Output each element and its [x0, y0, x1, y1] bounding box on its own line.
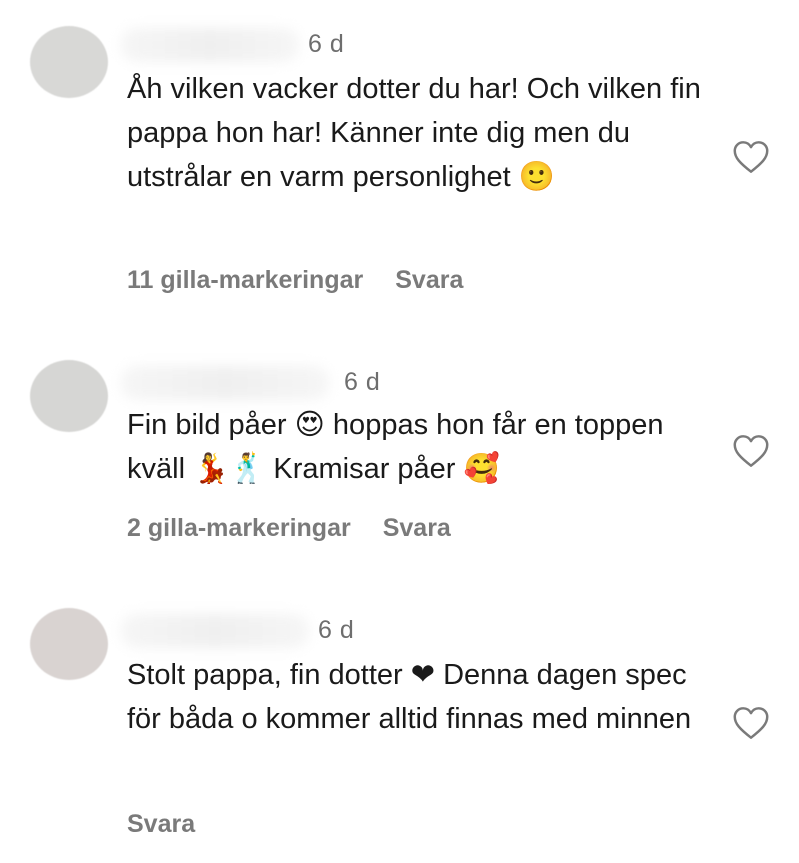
- comment-time: 6 d: [318, 616, 355, 644]
- avatar[interactable]: [30, 26, 108, 98]
- avatar[interactable]: [30, 360, 108, 432]
- reply-button[interactable]: Svara: [395, 266, 463, 295]
- username-redacted: [120, 366, 330, 400]
- username-redacted: [120, 614, 310, 648]
- likes-count[interactable]: 11 gilla-markeringar: [127, 266, 363, 295]
- comment-text: Stolt pappa, fin dotter ❤ Denna dagen sp…: [127, 659, 692, 735]
- comment-actions: Svara: [127, 810, 195, 839]
- heart-outline-icon[interactable]: [732, 140, 770, 174]
- avatar[interactable]: [30, 608, 108, 680]
- comment-actions: 2 gilla-markeringar Svara: [127, 514, 451, 543]
- comment-actions: 11 gilla-markeringar Svara: [127, 266, 463, 295]
- comment-text: Åh vilken vacker dotter du har! Och vilk…: [127, 73, 701, 193]
- reply-button[interactable]: Svara: [383, 514, 451, 543]
- heart-outline-icon[interactable]: [732, 706, 770, 740]
- username-redacted: [120, 28, 300, 62]
- comment-time: 6 d: [344, 368, 381, 396]
- comment-text: Fin bild påer 😍 hoppas hon får en toppen…: [127, 409, 664, 485]
- reply-button[interactable]: Svara: [127, 810, 195, 839]
- heart-outline-icon[interactable]: [732, 434, 770, 468]
- comment-time: 6 d: [308, 30, 345, 58]
- likes-count[interactable]: 2 gilla-markeringar: [127, 514, 351, 543]
